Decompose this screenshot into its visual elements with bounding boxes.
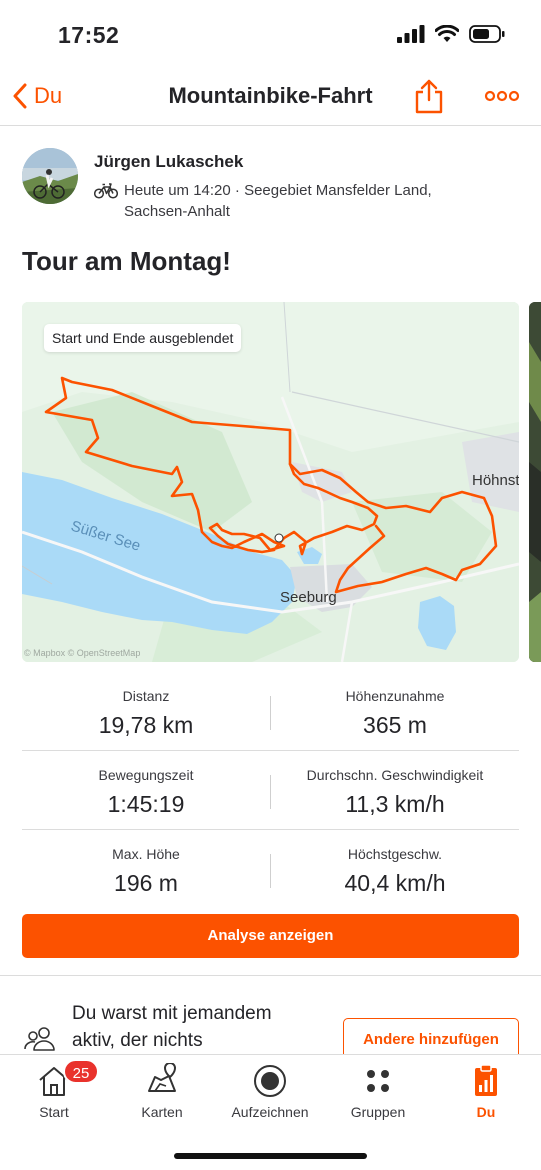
status-icons <box>397 25 505 43</box>
navigation-bar: Du Mountainbike-Fahrt <box>0 70 541 126</box>
back-button[interactable]: Du <box>12 78 62 114</box>
home-indicator <box>174 1153 367 1159</box>
tab-maps[interactable]: Karten <box>108 1055 216 1135</box>
tab-start[interactable]: 25 Start <box>0 1055 108 1135</box>
avatar[interactable] <box>22 148 78 204</box>
stat-value: 19,78 km <box>98 712 194 738</box>
map-icon <box>148 1063 177 1092</box>
tab-record[interactable]: Aufzeichnen <box>216 1055 324 1135</box>
group-activity-text-line-2: aktiv, der nichts <box>72 1030 203 1051</box>
stat-label: Bewegungszeit <box>98 767 194 783</box>
stat-value: 11,3 km/h <box>345 791 445 817</box>
stat-value: 365 m <box>363 712 427 738</box>
back-label: Du <box>34 83 63 108</box>
stat-label: Höchstgeschw. <box>347 846 443 862</box>
stat-max-elevation: Max. Höhe 196 m <box>22 830 270 909</box>
add-others-button[interactable]: Andere hinzufügen <box>343 1018 519 1055</box>
tab-label: Du <box>476 1104 496 1120</box>
notification-badge: 25 <box>63 1059 99 1084</box>
stat-row: Max. Höhe 196 m Höchstgeschw. 40,4 km/h <box>22 830 519 909</box>
stat-label: Distanz <box>122 688 170 704</box>
groups-icon <box>367 1070 389 1092</box>
group-activity-text: Du warst mit jemandem aktiv, der nichts <box>72 1000 322 1054</box>
stat-distance: Distanz 19,78 km <box>22 672 270 751</box>
map-attribution: © Mapbox © OpenStreetMap <box>24 648 141 658</box>
status-time: 17:52 <box>58 22 120 48</box>
stat-label: Max. Höhe <box>112 846 180 862</box>
next-photo-peek[interactable] <box>529 302 541 662</box>
route-map[interactable]: Süßer See Seeburg Höhnst Start und Ende … <box>22 302 519 662</box>
stat-average-speed: Durchschn. Geschwindigkeit 11,3 km/h <box>271 751 519 830</box>
stat-moving-time: Bewegungszeit 1:45:19 <box>22 751 270 830</box>
more-options-icon[interactable] <box>484 86 520 106</box>
cellular-signal-icon <box>397 25 425 43</box>
photo-thumbnail <box>529 302 541 662</box>
map-canvas: Süßer See Seeburg Höhnst <box>22 302 519 662</box>
stat-value: 40,4 km/h <box>344 870 446 896</box>
stat-row: Distanz 19,78 km Höhenzunahme 365 m <box>22 672 519 751</box>
stat-row: Bewegungszeit 1:45:19 Durchschn. Geschwi… <box>22 751 519 830</box>
record-icon <box>254 1065 286 1097</box>
stat-label: Höhenzunahme <box>345 688 445 704</box>
chevron-left-icon <box>13 83 27 109</box>
page-title: Mountainbike-Fahrt <box>168 83 373 108</box>
share-icon[interactable] <box>414 78 444 114</box>
map-label-hoehnstedt: Höhnst <box>472 472 519 489</box>
stat-value: 1:45:19 <box>107 791 185 817</box>
athlete-name[interactable]: Jürgen Lukaschek <box>94 152 243 172</box>
group-activity-prompt: Du warst mit jemandem aktiv, der nichts … <box>0 995 541 1055</box>
group-activity-text-line-1: Du warst mit jemandem <box>72 1003 272 1024</box>
people-icon <box>24 1027 55 1051</box>
profile-icon <box>475 1064 497 1096</box>
stat-label: Durchschn. Geschwindigkeit <box>306 767 484 783</box>
show-analysis-button[interactable]: Analyse anzeigen <box>22 914 519 958</box>
privacy-chip: Start und Ende ausgeblendet <box>44 324 242 352</box>
map-label-seeburg: Seeburg <box>280 589 337 606</box>
tab-groups[interactable]: Gruppen <box>324 1055 432 1135</box>
activity-title: Tour am Montag! <box>22 246 231 276</box>
activity-meta: Heute um 14:20 · Seegebiet Mansfelder La… <box>94 180 432 222</box>
tab-you[interactable]: Du <box>432 1055 540 1135</box>
stat-max-speed: Höchstgeschw. 40,4 km/h <box>271 830 519 909</box>
tab-label: Start <box>39 1104 69 1120</box>
athlete-header: Jürgen Lukaschek Heute um 14:20 · Seegeb… <box>22 148 519 223</box>
tab-label: Gruppen <box>350 1104 406 1120</box>
stat-value: 196 m <box>114 870 178 896</box>
wifi-icon <box>435 25 459 42</box>
stat-elevation-gain: Höhenzunahme 365 m <box>271 672 519 751</box>
activity-meta-line-1: Heute um 14:20 · Seegebiet Mansfelder La… <box>124 182 432 199</box>
avatar-image <box>22 148 78 204</box>
section-divider <box>0 975 541 976</box>
activity-meta-line-2: Sachsen-Anhalt <box>124 203 230 220</box>
tab-label: Karten <box>141 1104 183 1120</box>
stats-grid: Distanz 19,78 km Höhenzunahme 365 m Bewe… <box>22 672 519 909</box>
status-bar: 17:52 <box>0 0 541 70</box>
tab-label: Aufzeichnen <box>231 1104 309 1120</box>
battery-icon <box>469 25 505 43</box>
mountain-bike-icon <box>94 183 118 199</box>
